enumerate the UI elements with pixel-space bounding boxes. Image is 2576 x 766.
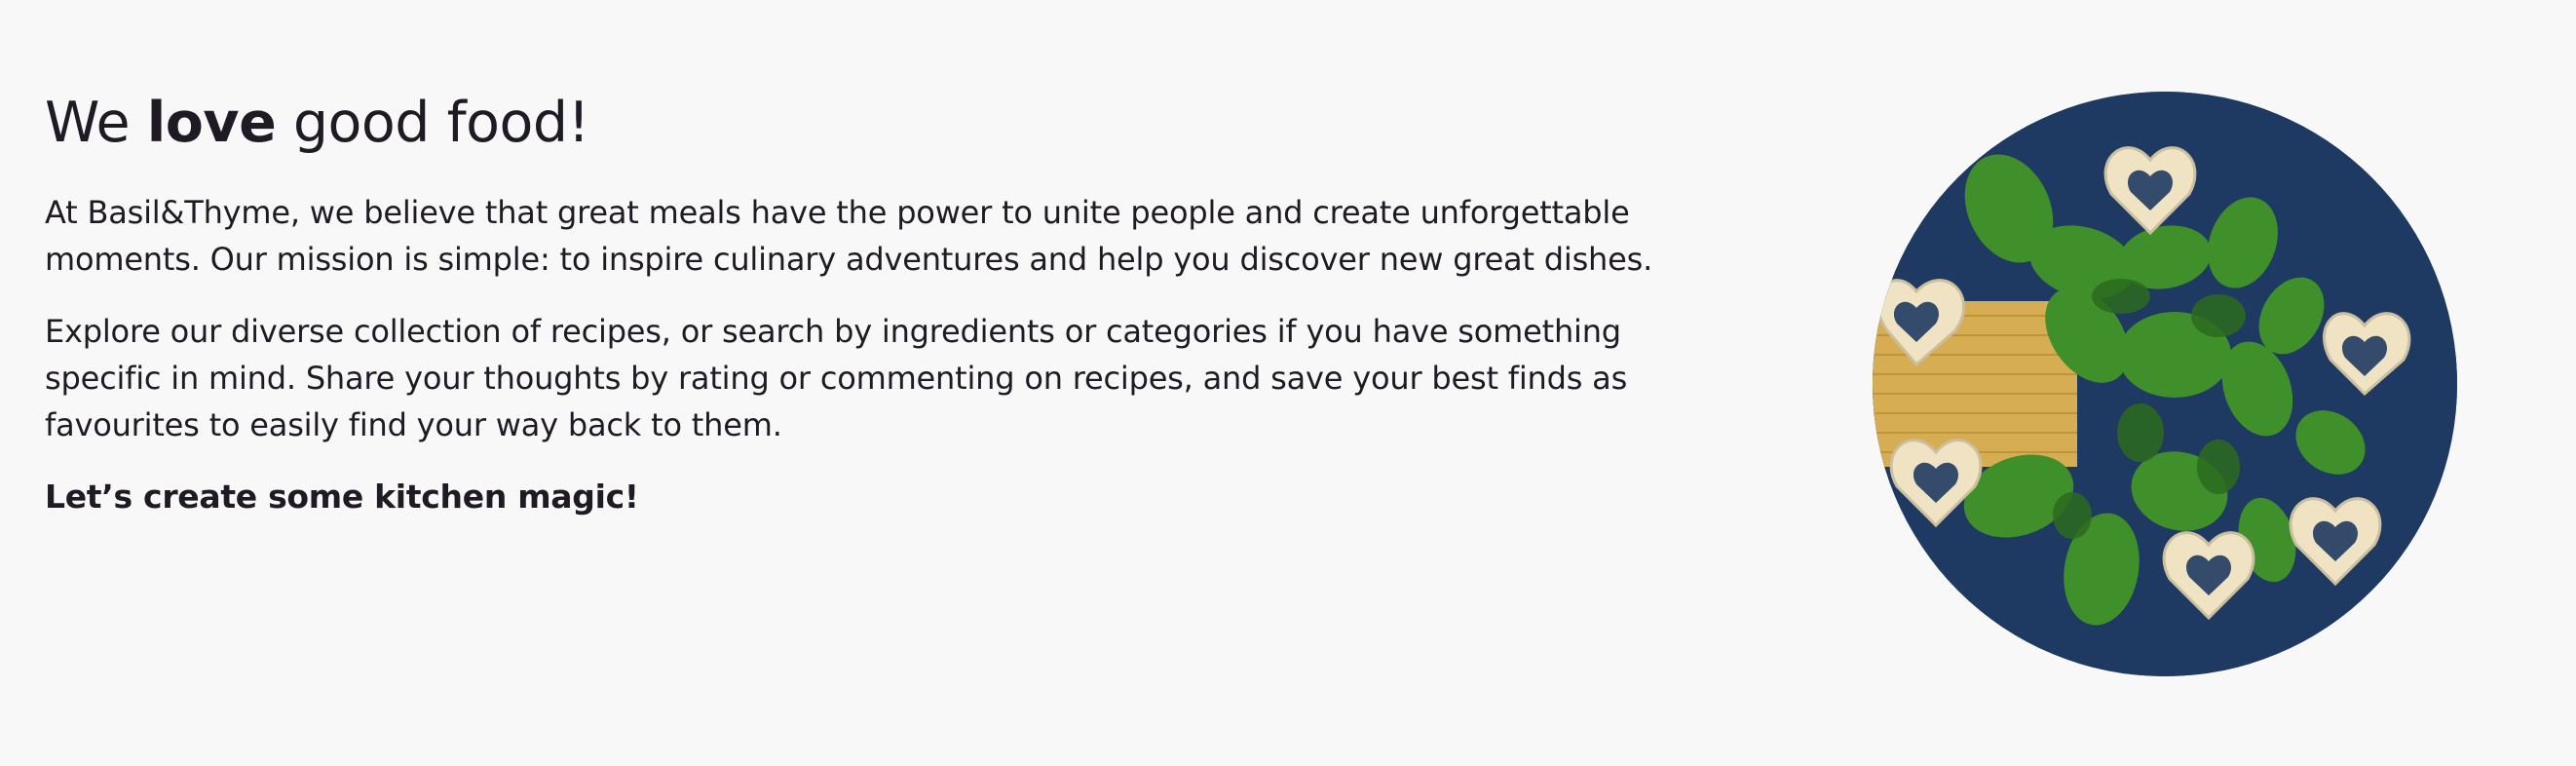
heading-suffix: good food! (276, 91, 590, 155)
explore-paragraph: Explore our diverse collection of recipe… (45, 313, 1628, 443)
cta-text: Let’s create some kitchen magic! (45, 478, 639, 516)
about-text: We love good food! At Basil&Thyme, we be… (45, 86, 1721, 520)
intro-paragraph: At Basil&Thyme, we believe that great me… (45, 194, 1653, 278)
heading-prefix: We (45, 91, 147, 155)
basil-pasta-illustration (1873, 92, 2457, 676)
page-title: We love good food! (45, 86, 1721, 160)
heading-emphasis: love (146, 91, 277, 155)
basil-pasta-photo (1873, 92, 2457, 676)
about-section: We love good food! At Basil&Thyme, we be… (0, 0, 2576, 766)
